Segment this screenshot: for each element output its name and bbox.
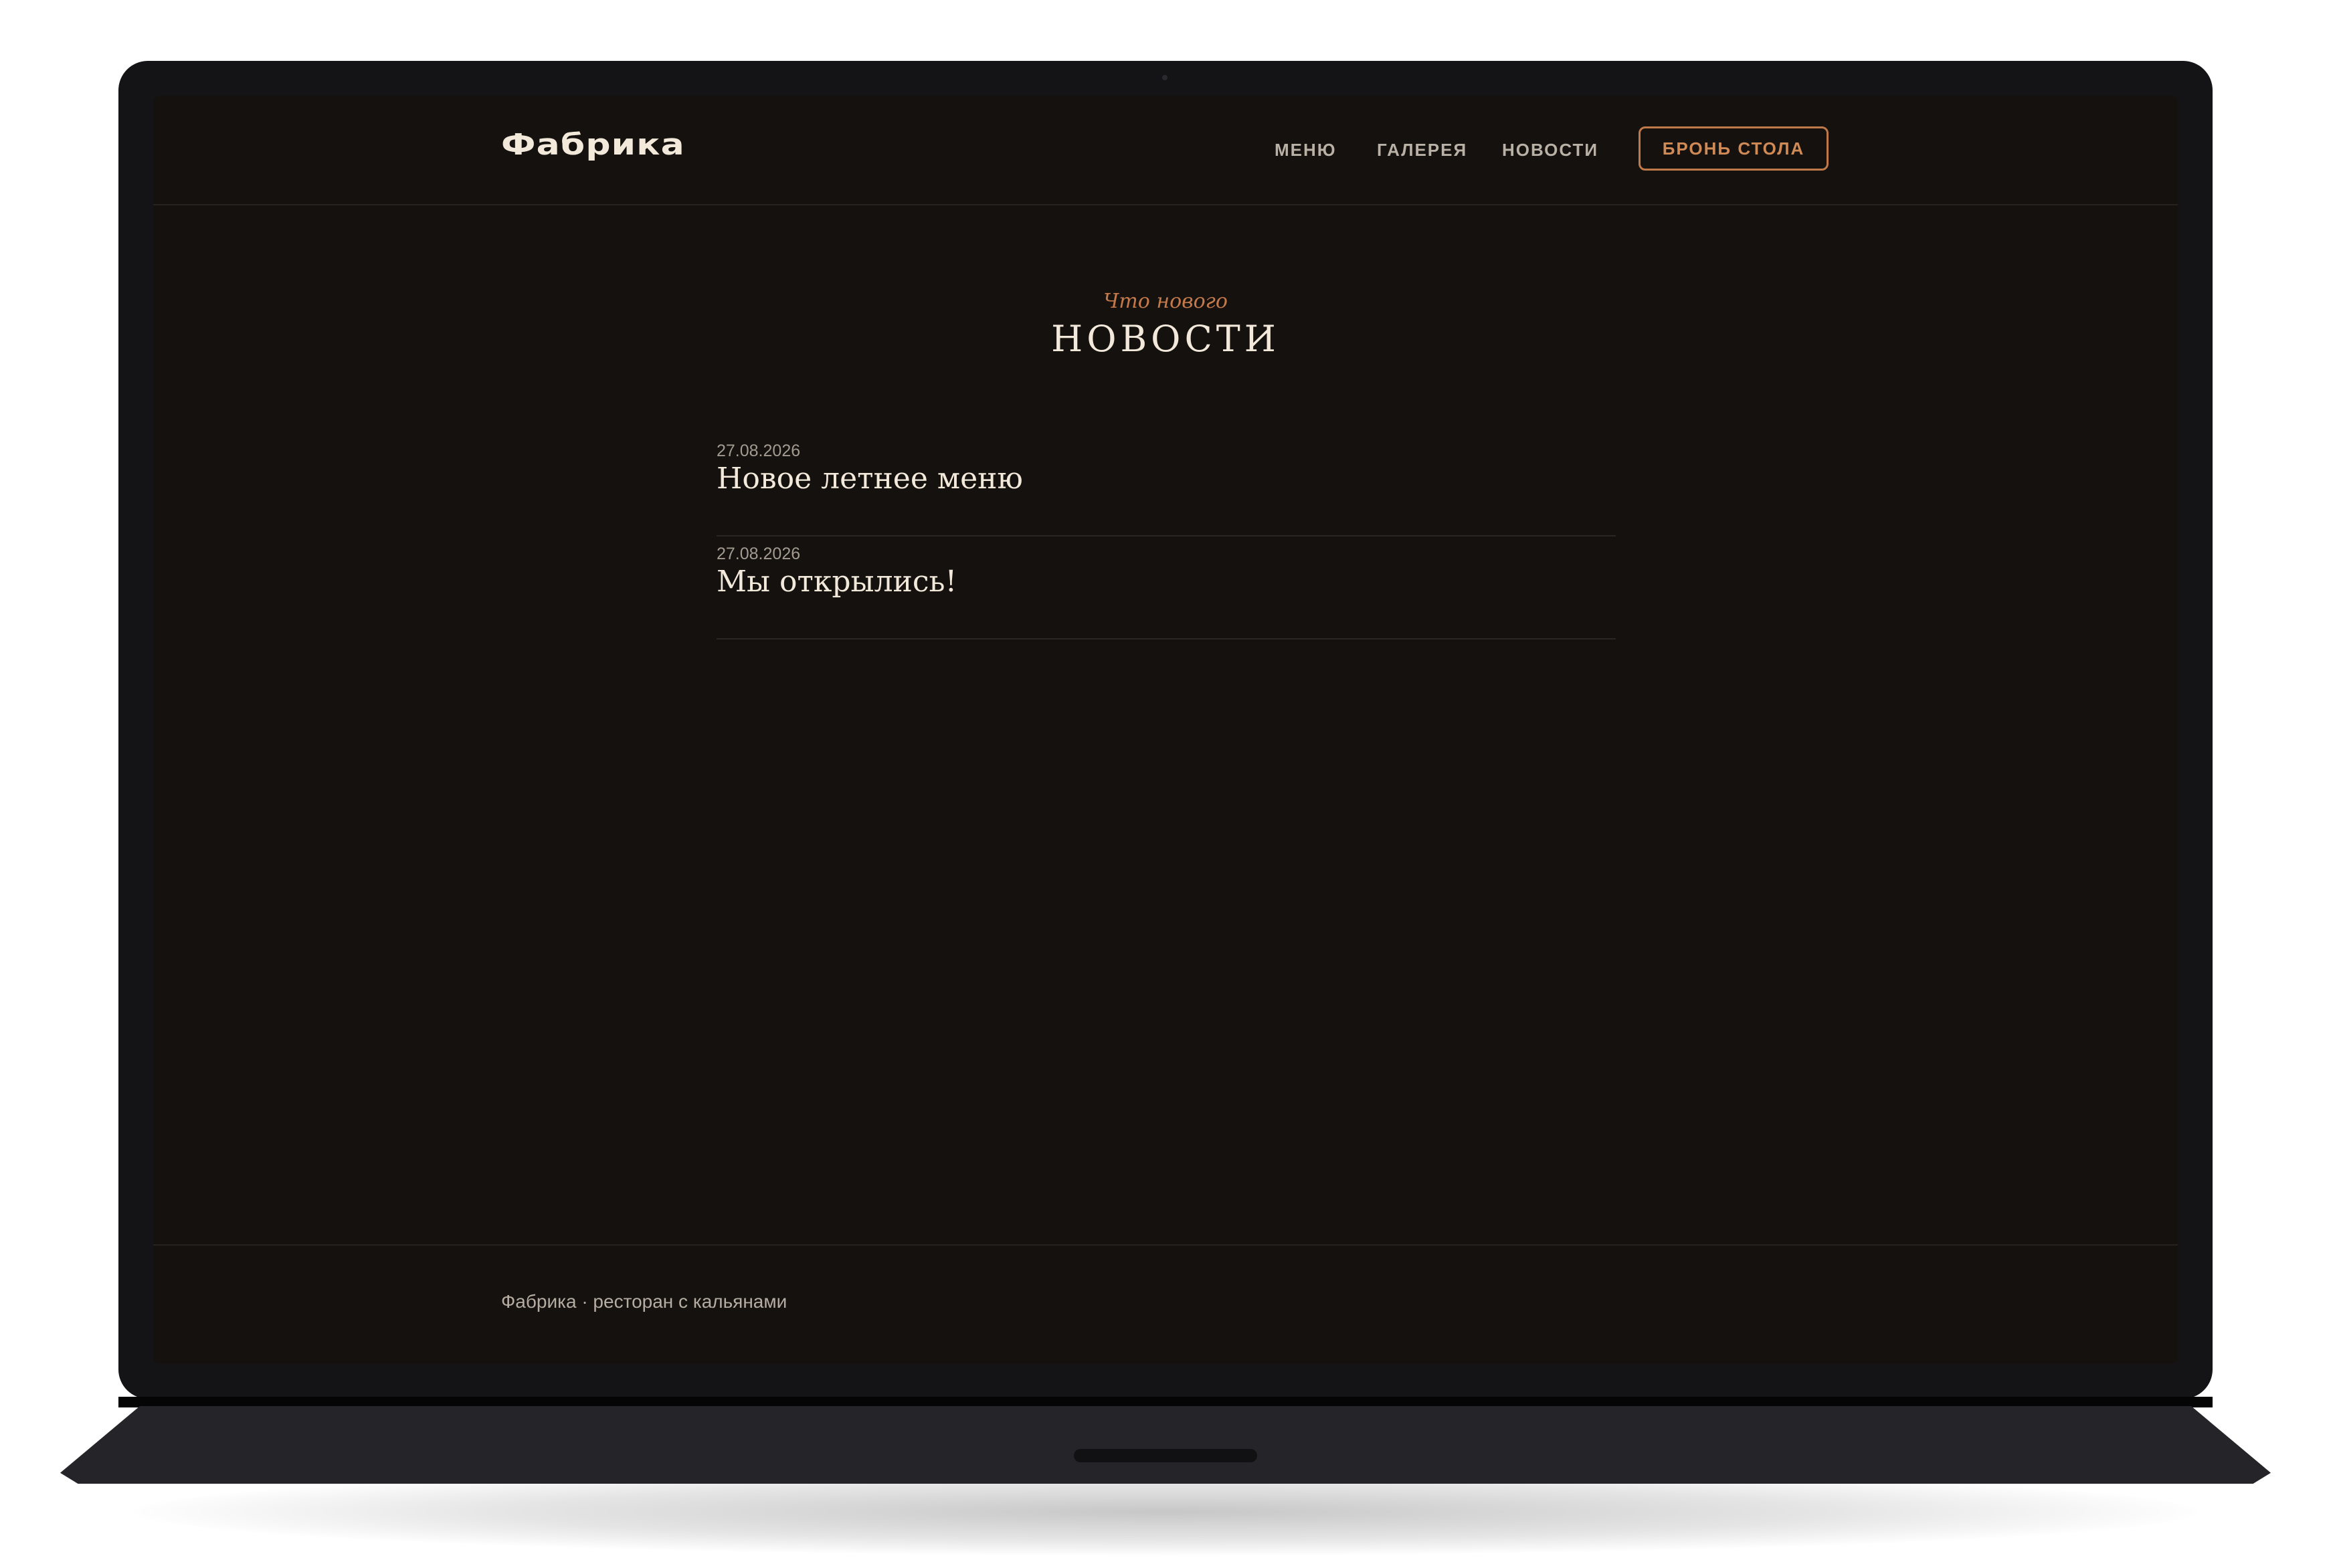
nav-item-menu[interactable]: МЕНЮ bbox=[1275, 140, 1337, 161]
site-logo[interactable]: Фабрика bbox=[501, 128, 685, 162]
website-screen: Фабрика МЕНЮ ГАЛЕРЕЯ НОВОСТИ БРОНЬ СТОЛА… bbox=[153, 96, 2178, 1364]
laptop-base bbox=[60, 1406, 2271, 1484]
page-title: НОВОСТИ bbox=[1051, 318, 1280, 360]
footer-text: Фабрика · ресторан с кальянами bbox=[501, 1291, 787, 1312]
laptop-notch bbox=[1074, 1449, 1257, 1462]
nav-item-gallery[interactable]: ГАЛЕРЕЯ bbox=[1377, 140, 1467, 161]
news-title[interactable]: Новое летнее меню bbox=[717, 462, 1023, 496]
site-footer: Фабрика · ресторан с кальянами bbox=[153, 1244, 2178, 1364]
camera-icon bbox=[1162, 75, 1168, 80]
news-list: 27.08.2026 Новое летнее меню 27.08.2026 … bbox=[717, 433, 1616, 640]
book-table-button[interactable]: БРОНЬ СТОЛА bbox=[1639, 126, 1829, 171]
laptop-hinge bbox=[118, 1397, 2213, 1407]
section-subtitle: Что нового bbox=[1103, 290, 1228, 313]
news-date: 27.08.2026 bbox=[717, 442, 801, 460]
news-title[interactable]: Мы открылись! bbox=[717, 565, 957, 599]
news-item[interactable]: 27.08.2026 Мы открылись! bbox=[717, 536, 1616, 640]
nav-item-news[interactable]: НОВОСТИ bbox=[1502, 140, 1598, 161]
news-date: 27.08.2026 bbox=[717, 545, 801, 563]
news-item[interactable]: 27.08.2026 Новое летнее меню bbox=[717, 433, 1616, 536]
site-header: Фабрика МЕНЮ ГАЛЕРЕЯ НОВОСТИ БРОНЬ СТОЛА bbox=[153, 96, 2178, 205]
